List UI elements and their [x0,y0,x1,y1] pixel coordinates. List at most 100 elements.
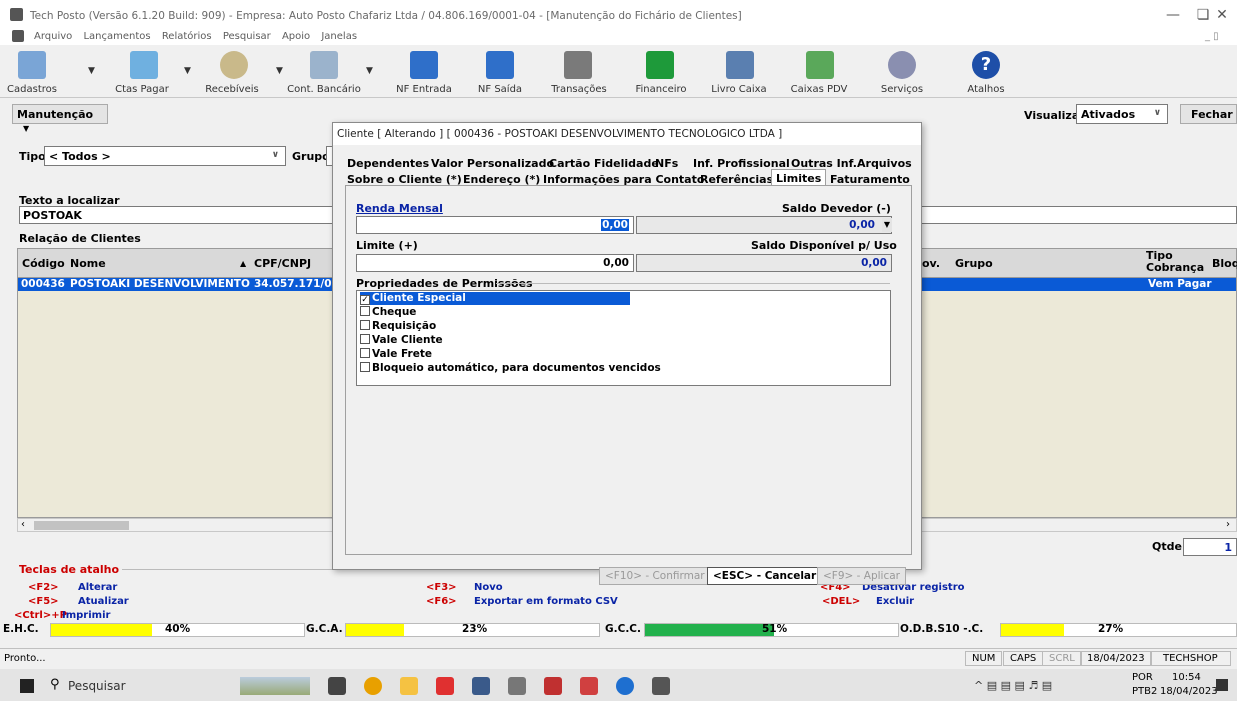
shortcut-key: <F2> [28,582,59,593]
plus-app-icon[interactable] [616,677,634,695]
status-caps: CAPS [1003,651,1044,666]
tray-date[interactable]: 18/04/2023 [1160,686,1218,697]
scroll-left-icon[interactable]: ‹ [21,519,25,530]
col-prov[interactable]: ov. [922,257,940,270]
col-codigo[interactable]: Código [22,257,65,270]
qtde-field: 1 [1183,538,1237,556]
texto-input[interactable]: POSTOAK [19,206,337,224]
perm-vale-frete[interactable]: Vale Frete [360,348,432,361]
menu-lancamentos[interactable]: Lançamentos [83,31,150,42]
permissions-list: ✓ Cliente Especial Cheque Requisição Vale… [356,290,891,386]
row-tipo: Vem Pagar [1148,278,1212,290]
dropdown-arrow-icon[interactable]: ▼ [184,46,194,98]
bank-icon [310,51,338,79]
confirmar-button[interactable]: <F10> - Confirmar [599,567,711,585]
scroll-right-icon[interactable]: › [1226,519,1230,530]
minimize-button[interactable]: — [1158,4,1188,26]
toolbar-nf-entrada[interactable]: NF Entrada [392,46,456,98]
dropdown-arrow-icon[interactable]: ▼ [366,46,376,98]
people-icon [18,51,46,79]
shortcut-key: <F5> [28,596,59,607]
perm-requisicao[interactable]: Requisição [360,320,436,333]
menu-apoio[interactable]: Apoio [282,31,310,42]
texto-input-ext[interactable] [920,206,1237,224]
col-tipo[interactable]: Tipo Cobrança [1146,250,1206,274]
search-icon: ⚲ [50,677,60,692]
saldo-devedor-dropdown[interactable]: ▼ [882,218,892,232]
manutencao-button[interactable]: Manutenção ▼ [12,104,108,133]
toolbar-servicos[interactable]: Serviços [872,46,932,98]
toolbar-livro-caixa[interactable]: Livro Caixa [706,46,772,98]
gca-value: 23% [462,623,488,635]
renda-input[interactable]: 0,00 [356,216,634,234]
chevron-down-icon: ∨ [1153,108,1161,118]
col-cpf[interactable]: CPF/CNPJ [254,257,311,270]
windows-start-icon[interactable] [20,679,34,693]
taskbar-search[interactable]: ⚲ Pesquisar [44,673,234,697]
tab-arquivos[interactable]: Arquivos [857,157,912,170]
dropdown-arrow-icon[interactable]: ▼ [88,46,98,98]
main-toolbar: Cadastros ▼ Ctas Pagar ▼ Recebíveis ▼ Co… [0,46,1237,98]
toolbar-nf-saida[interactable]: NF Saída [470,46,530,98]
notification-icon[interactable] [1216,679,1228,691]
col-bloq[interactable]: Bloq [1212,257,1237,270]
card-icon [564,51,592,79]
menu-arquivo[interactable]: Arquivo [34,31,72,42]
fechar-button[interactable]: Fechar [1180,104,1237,124]
shortcut-novo[interactable]: Novo [474,582,503,593]
limite-value: 0,00 [603,257,629,269]
anydesk-icon[interactable] [436,677,454,695]
card-app-icon[interactable] [508,677,526,695]
close-button[interactable]: ✕ [1207,4,1237,26]
tray-lang[interactable]: POR [1132,672,1153,683]
tab-valor-personalizado[interactable]: Valor Personalizado [431,157,554,170]
checkbox-icon [360,320,370,330]
folder-icon[interactable] [400,677,418,695]
checkbox-icon [360,334,370,344]
pin-app-icon[interactable] [544,677,562,695]
window-title: Tech Posto (Versão 6.1.20 Build: 909) - … [30,10,742,22]
tray-time[interactable]: 10:54 [1172,672,1201,683]
toolbar-caixas-pdv[interactable]: Caixas PDV [784,46,854,98]
tab-dependentes[interactable]: Dependentes [347,157,429,170]
col-grupo[interactable]: Grupo [955,257,993,270]
tray-layout[interactable]: PTB2 [1132,686,1157,697]
calculator-icon[interactable] [472,677,490,695]
texto-value: POSTOAK [23,209,82,222]
toolbar-transacoes[interactable]: Transações [544,46,614,98]
cancelar-button[interactable]: <ESC> - Cancelar [707,567,823,585]
perm-cliente-especial[interactable]: ✓ Cliente Especial [360,292,630,305]
shortcut-exportar-csv[interactable]: Exportar em formato CSV [474,596,618,607]
techposto-app-icon[interactable] [652,677,670,695]
perm-cheque[interactable]: Cheque [360,306,416,319]
toolbar-ctas-pagar[interactable]: Ctas Pagar [112,46,172,98]
menu-janelas[interactable]: Janelas [321,31,357,42]
people-app-icon[interactable] [580,677,598,695]
menu-pesquisar[interactable]: Pesquisar [223,31,271,42]
volus-app-icon[interactable] [328,677,346,695]
toolbar-cont-bancario[interactable]: Cont. Bancário [284,46,364,98]
perm-bloqueio-automatico[interactable]: Bloqueio automático, para documentos ven… [360,362,661,375]
col-nome[interactable]: Nome [70,257,106,270]
menu-relatorios[interactable]: Relatórios [162,31,212,42]
toolbar-financeiro[interactable]: Financeiro [628,46,694,98]
tray-icons[interactable]: ^ ▤ ▤ ▤ ♬ ▤ [974,679,1052,692]
toolbar-recebiveis[interactable]: Recebíveis [200,46,264,98]
shortcut-alterar[interactable]: Alterar [78,582,117,593]
tab-nfs[interactable]: NFs [655,157,678,170]
gcc-fill [645,624,775,636]
visualizar-select[interactable]: Ativados ∨ [1076,104,1168,124]
toolbar-cadastros[interactable]: Cadastros [2,46,62,98]
tipo-select[interactable]: < Todos > ∨ [44,146,286,166]
limite-input[interactable]: 0,00 [356,254,634,272]
mdi-controls[interactable]: _ ▯ [1205,31,1219,42]
shortcut-atualizar[interactable]: Atualizar [78,596,129,607]
shortcuts-title: Teclas de atalho [19,563,120,576]
perm-vale-cliente[interactable]: Vale Cliente [360,334,443,347]
scroll-thumb[interactable] [34,521,129,530]
toolbar-atalhos[interactable]: ? Atalhos [958,46,1014,98]
shortcut-excluir[interactable]: Excluir [876,596,914,607]
tab-cartao-fidelidade[interactable]: Cartão Fidelidade [549,157,659,170]
aplicar-button[interactable]: <F9> - Aplicar [817,567,906,585]
chrome-icon[interactable] [364,677,382,695]
